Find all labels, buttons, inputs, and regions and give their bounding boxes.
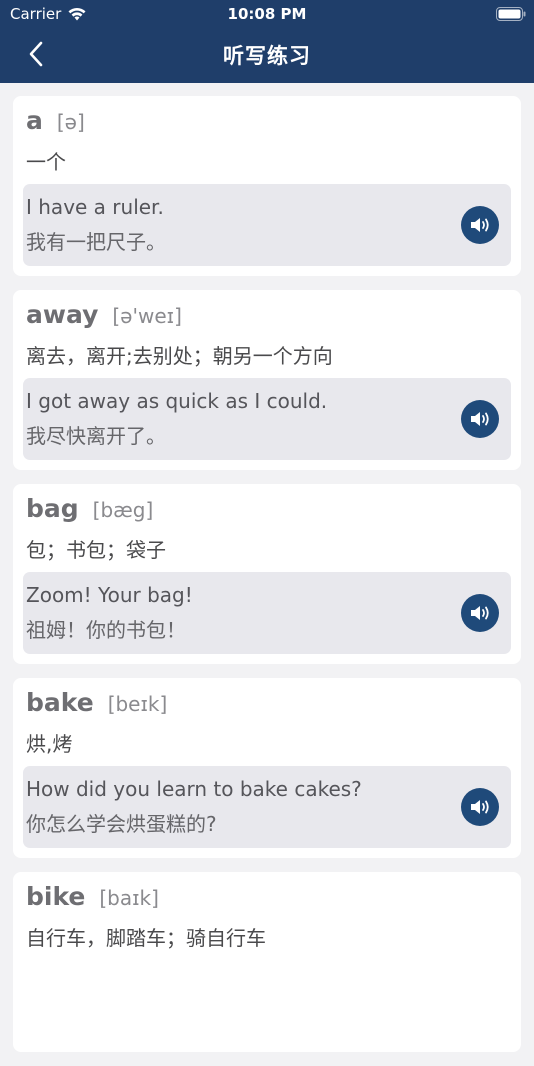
phonetic: [beɪk] xyxy=(107,692,168,716)
phonetic: [baɪk] xyxy=(99,886,159,910)
play-audio-button[interactable] xyxy=(461,206,499,244)
example-box: I have a ruler. 我有一把尺子。 xyxy=(23,184,511,266)
word: a xyxy=(26,106,43,135)
word-line: bake [beɪk] xyxy=(23,688,511,724)
example-zh: 你怎么学会烘蛋糕的? xyxy=(26,812,217,836)
word-card: away [ə'weɪ] 离去，离开;去别处；朝另一个方向 I got away… xyxy=(13,290,521,470)
play-audio-button[interactable] xyxy=(461,594,499,632)
word-card: bake [beɪk] 烘,烤 How did you learn to bak… xyxy=(13,678,521,858)
phonetic: [ə'weɪ] xyxy=(112,304,182,328)
word-line: bag [bæg] xyxy=(23,494,511,530)
word-card: bike [baɪk] 自行车，脚踏车；骑自行车 xyxy=(13,872,521,1052)
example-box: I got away as quick as I could. 我尽快离开了。 xyxy=(23,378,511,460)
battery-icon xyxy=(496,7,526,21)
example-zh: 我尽快离开了。 xyxy=(26,424,166,448)
play-audio-button[interactable] xyxy=(461,788,499,826)
example-box: Zoom! Your bag! 祖姆！你的书包！ xyxy=(23,572,511,654)
word: away xyxy=(26,300,99,329)
speaker-icon xyxy=(471,218,489,232)
status-time: 10:08 PM xyxy=(227,5,307,23)
example-en: I got away as quick as I could. xyxy=(26,389,328,413)
example-zh: 我有一把尺子。 xyxy=(26,230,166,254)
nav-bar: 听写练习 xyxy=(0,30,534,80)
word-card: a [ə] 一个 I have a ruler. 我有一把尺子。 xyxy=(13,96,521,276)
speaker-icon xyxy=(471,800,489,814)
example-en: I have a ruler. xyxy=(26,195,164,219)
word-line: bike [baɪk] xyxy=(23,882,511,918)
word-list: a [ə] 一个 I have a ruler. 我有一把尺子。 away [ə… xyxy=(13,96,521,1066)
word: bag xyxy=(26,494,79,523)
example-en: Zoom! Your bag! xyxy=(26,583,193,607)
example-en: How did you learn to bake cakes? xyxy=(26,777,362,801)
word: bike xyxy=(26,882,86,911)
meaning: 离去，离开;去别处；朝另一个方向 xyxy=(26,344,333,368)
example-zh: 祖姆！你的书包！ xyxy=(26,618,186,642)
word-card: bag [bæg] 包；书包；袋子 Zoom! Your bag! 祖姆！你的书… xyxy=(13,484,521,664)
phonetic: [bæg] xyxy=(92,498,154,522)
meaning: 包；书包；袋子 xyxy=(26,538,166,562)
meaning: 烘,烤 xyxy=(26,732,73,756)
speaker-icon xyxy=(471,412,489,426)
phonetic: [ə] xyxy=(56,110,85,134)
status-bar: Carrier 10:08 PM xyxy=(0,0,534,28)
page-title: 听写练习 xyxy=(223,44,311,68)
example-box: How did you learn to bake cakes? 你怎么学会烘蛋… xyxy=(23,766,511,848)
speaker-icon xyxy=(471,606,489,620)
header: Carrier 10:08 PM 听写练习 xyxy=(0,0,534,83)
word-line: away [ə'weɪ] xyxy=(23,300,511,336)
word-line: a [ə] xyxy=(23,106,511,142)
meaning: 一个 xyxy=(26,150,66,174)
play-audio-button[interactable] xyxy=(461,400,499,438)
word: bake xyxy=(26,688,94,717)
meaning: 自行车，脚踏车；骑自行车 xyxy=(26,926,266,950)
